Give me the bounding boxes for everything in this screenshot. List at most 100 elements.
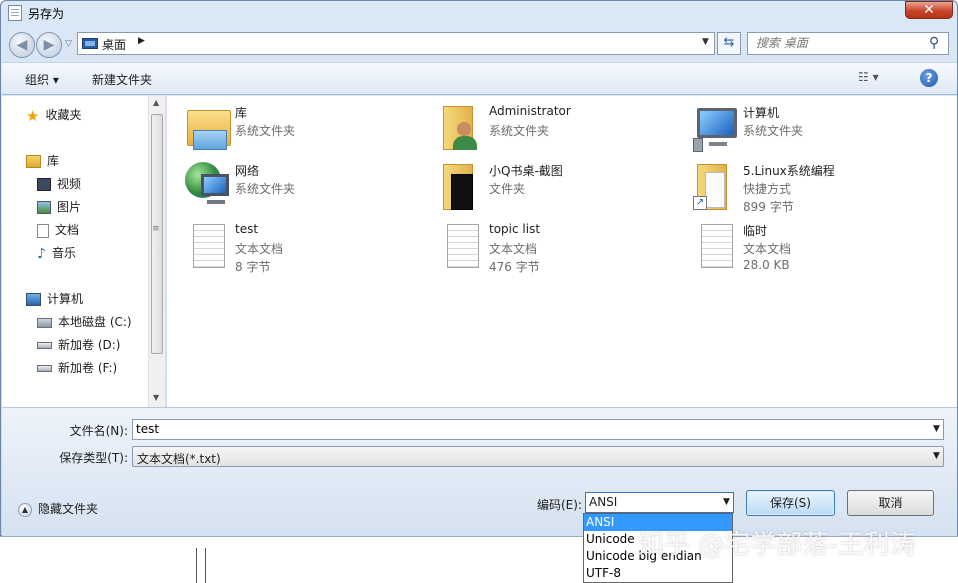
shortcut-folder-icon: ↗ (693, 162, 737, 212)
navigation-pane: ★ 收藏夹 库 视频 图片 文档 ♪ 音乐 计算机 本地磁盘 (C:) 新加卷 (D… (2, 96, 166, 407)
file-name: 临时 (743, 224, 768, 238)
window-title: 另存为 (28, 7, 65, 21)
file-item-screenshots-folder[interactable]: 小Q书桌-截图 文件夹 (439, 162, 679, 218)
nav-item-computer[interactable]: 计算机 (26, 289, 83, 309)
nav-item-drive-c[interactable]: 本地磁盘 (C:) (37, 312, 132, 332)
file-type: 文本文档 (489, 242, 538, 256)
text-document-icon (693, 222, 737, 272)
file-item-topic-list[interactable]: topic list 文本文档 476 字节 (439, 222, 679, 278)
back-arrow-icon: ◀ (16, 37, 28, 53)
user-folder-icon (439, 104, 483, 154)
file-item-computer[interactable]: 计算机 系统文件夹 (693, 104, 933, 160)
file-type: 快捷方式 (743, 182, 792, 196)
search-box[interactable]: ⚲ (747, 32, 949, 55)
address-dropdown-icon[interactable]: ▼ (702, 37, 709, 47)
nav-item-documents[interactable]: 文档 (37, 220, 79, 240)
save-button[interactable]: 保存(S) (746, 490, 835, 516)
nav-item-pictures[interactable]: 图片 (37, 197, 81, 217)
file-item-network[interactable]: 网络 系统文件夹 (185, 162, 425, 218)
nav-item-music[interactable]: ♪ 音乐 (37, 243, 76, 263)
refresh-icon: ⇆ (723, 35, 735, 50)
filename-field[interactable]: ▼ (132, 419, 944, 440)
filename-input[interactable] (136, 422, 916, 436)
chevron-down-icon[interactable]: ▼ (933, 451, 940, 461)
breadcrumb-arrow-icon[interactable]: ▶ (138, 36, 145, 46)
file-name: 库 (235, 106, 248, 120)
computer-icon (26, 293, 41, 306)
file-item-temp[interactable]: 临时 文本文档 28.0 KB (693, 222, 933, 278)
filename-label: 文件名(N): (69, 424, 128, 438)
file-size: 8 字节 (235, 260, 271, 274)
picture-icon (37, 201, 51, 214)
nav-item-drive-d[interactable]: 新加卷 (D:) (37, 335, 120, 355)
save-options-panel: 文件名(N): ▼ 保存类型(T): 文本文档(*.txt) ▼ ▲隐藏文件夹 … (2, 407, 957, 536)
new-folder-button[interactable]: 新建文件夹 (92, 71, 152, 88)
forward-button[interactable]: ▶ (36, 32, 62, 58)
back-button[interactable]: ◀ (9, 32, 35, 58)
encoding-select[interactable]: ANSI ▼ (585, 492, 734, 513)
file-name: Administrator (489, 104, 571, 118)
scrollbar-thumb[interactable] (151, 114, 163, 354)
desktop-icon (82, 38, 98, 49)
scroll-down-icon[interactable]: ▼ (153, 393, 159, 402)
chevron-down-icon[interactable]: ▼ (933, 424, 940, 434)
breadcrumb-desktop[interactable]: 桌面 (102, 36, 126, 53)
file-item-administrator[interactable]: Administrator 系统文件夹 (439, 104, 679, 160)
encoding-label: 编码(E): (537, 498, 582, 512)
save-as-dialog: 另存为 ✕ ◀ ▶ ▽ 桌面 ▶ ▼ ⇆ ⚲ 组织 ▾ 新建文件夹 ☷ ▾ ? … (0, 0, 958, 536)
music-icon: ♪ (37, 245, 46, 262)
nav-item-libraries[interactable]: 库 (26, 151, 59, 171)
notepad-icon (8, 5, 22, 21)
recent-locations-dropdown[interactable]: ▽ (65, 39, 72, 49)
command-bar: 组织 ▾ 新建文件夹 ☷ ▾ ? (2, 62, 957, 95)
folder-icon (439, 162, 483, 212)
file-type: 文件夹 (489, 182, 526, 196)
file-name: 5.Linux系统编程 (743, 164, 835, 178)
library-icon (185, 104, 231, 154)
filetype-select[interactable]: 文本文档(*.txt) ▼ (132, 446, 944, 467)
forward-arrow-icon: ▶ (43, 37, 55, 53)
cancel-button[interactable]: 取消 (847, 490, 934, 516)
filetype-value: 文本文档(*.txt) (137, 452, 221, 466)
file-item-test[interactable]: test 文本文档 8 字节 (185, 222, 425, 278)
library-icon (26, 155, 41, 168)
file-type: 系统文件夹 (489, 124, 550, 138)
file-size: 899 字节 (743, 200, 794, 214)
hide-folders-toggle[interactable]: ▲ 隐藏文件夹 (18, 500, 98, 517)
collapse-up-icon: ▲ (18, 502, 32, 517)
file-name: topic list (489, 222, 541, 236)
file-name: 网络 (235, 164, 260, 178)
search-icon[interactable]: ⚲ (929, 35, 939, 51)
file-item-libraries[interactable]: 库 系统文件夹 (185, 104, 425, 160)
address-bar[interactable]: 桌面 ▶ ▼ (77, 32, 715, 55)
nav-item-drive-f[interactable]: 新加卷 (F:) (37, 358, 117, 378)
navigation-scrollbar[interactable]: ▲ ≡ ▼ (148, 96, 165, 407)
system-drive-icon (37, 317, 52, 328)
background-divider (205, 548, 206, 583)
nav-item-favorites[interactable]: ★ 收藏夹 (26, 105, 81, 125)
file-name: test (235, 222, 259, 236)
chevron-down-icon[interactable]: ▼ (723, 497, 730, 507)
organize-button[interactable]: 组织 ▾ (25, 71, 59, 88)
change-view-button[interactable]: ☷ ▾ (858, 70, 890, 88)
close-button[interactable]: ✕ (905, 1, 953, 19)
file-size: 28.0 KB (743, 258, 790, 272)
file-item-linux-shortcut[interactable]: ↗ 5.Linux系统编程 快捷方式 899 字节 (693, 162, 933, 218)
scroll-up-icon[interactable]: ▲ (153, 98, 159, 107)
search-input[interactable] (756, 36, 926, 50)
file-type: 系统文件夹 (743, 124, 804, 138)
file-type: 文本文档 (743, 242, 792, 256)
file-type: 系统文件夹 (235, 124, 296, 138)
background-divider (196, 548, 197, 583)
computer-icon (693, 104, 737, 154)
file-name: 计算机 (743, 106, 780, 120)
star-icon: ★ (26, 106, 40, 125)
nav-item-videos[interactable]: 视频 (37, 174, 81, 194)
encoding-option-utf8[interactable]: UTF-8 (584, 565, 732, 582)
refresh-button[interactable]: ⇆ (717, 32, 741, 55)
scroll-grip-icon: ≡ (152, 224, 160, 234)
help-icon[interactable]: ? (920, 69, 938, 87)
filetype-label: 保存类型(T): (59, 451, 128, 465)
file-size: 476 字节 (489, 260, 540, 274)
encoding-value: ANSI (589, 495, 618, 509)
